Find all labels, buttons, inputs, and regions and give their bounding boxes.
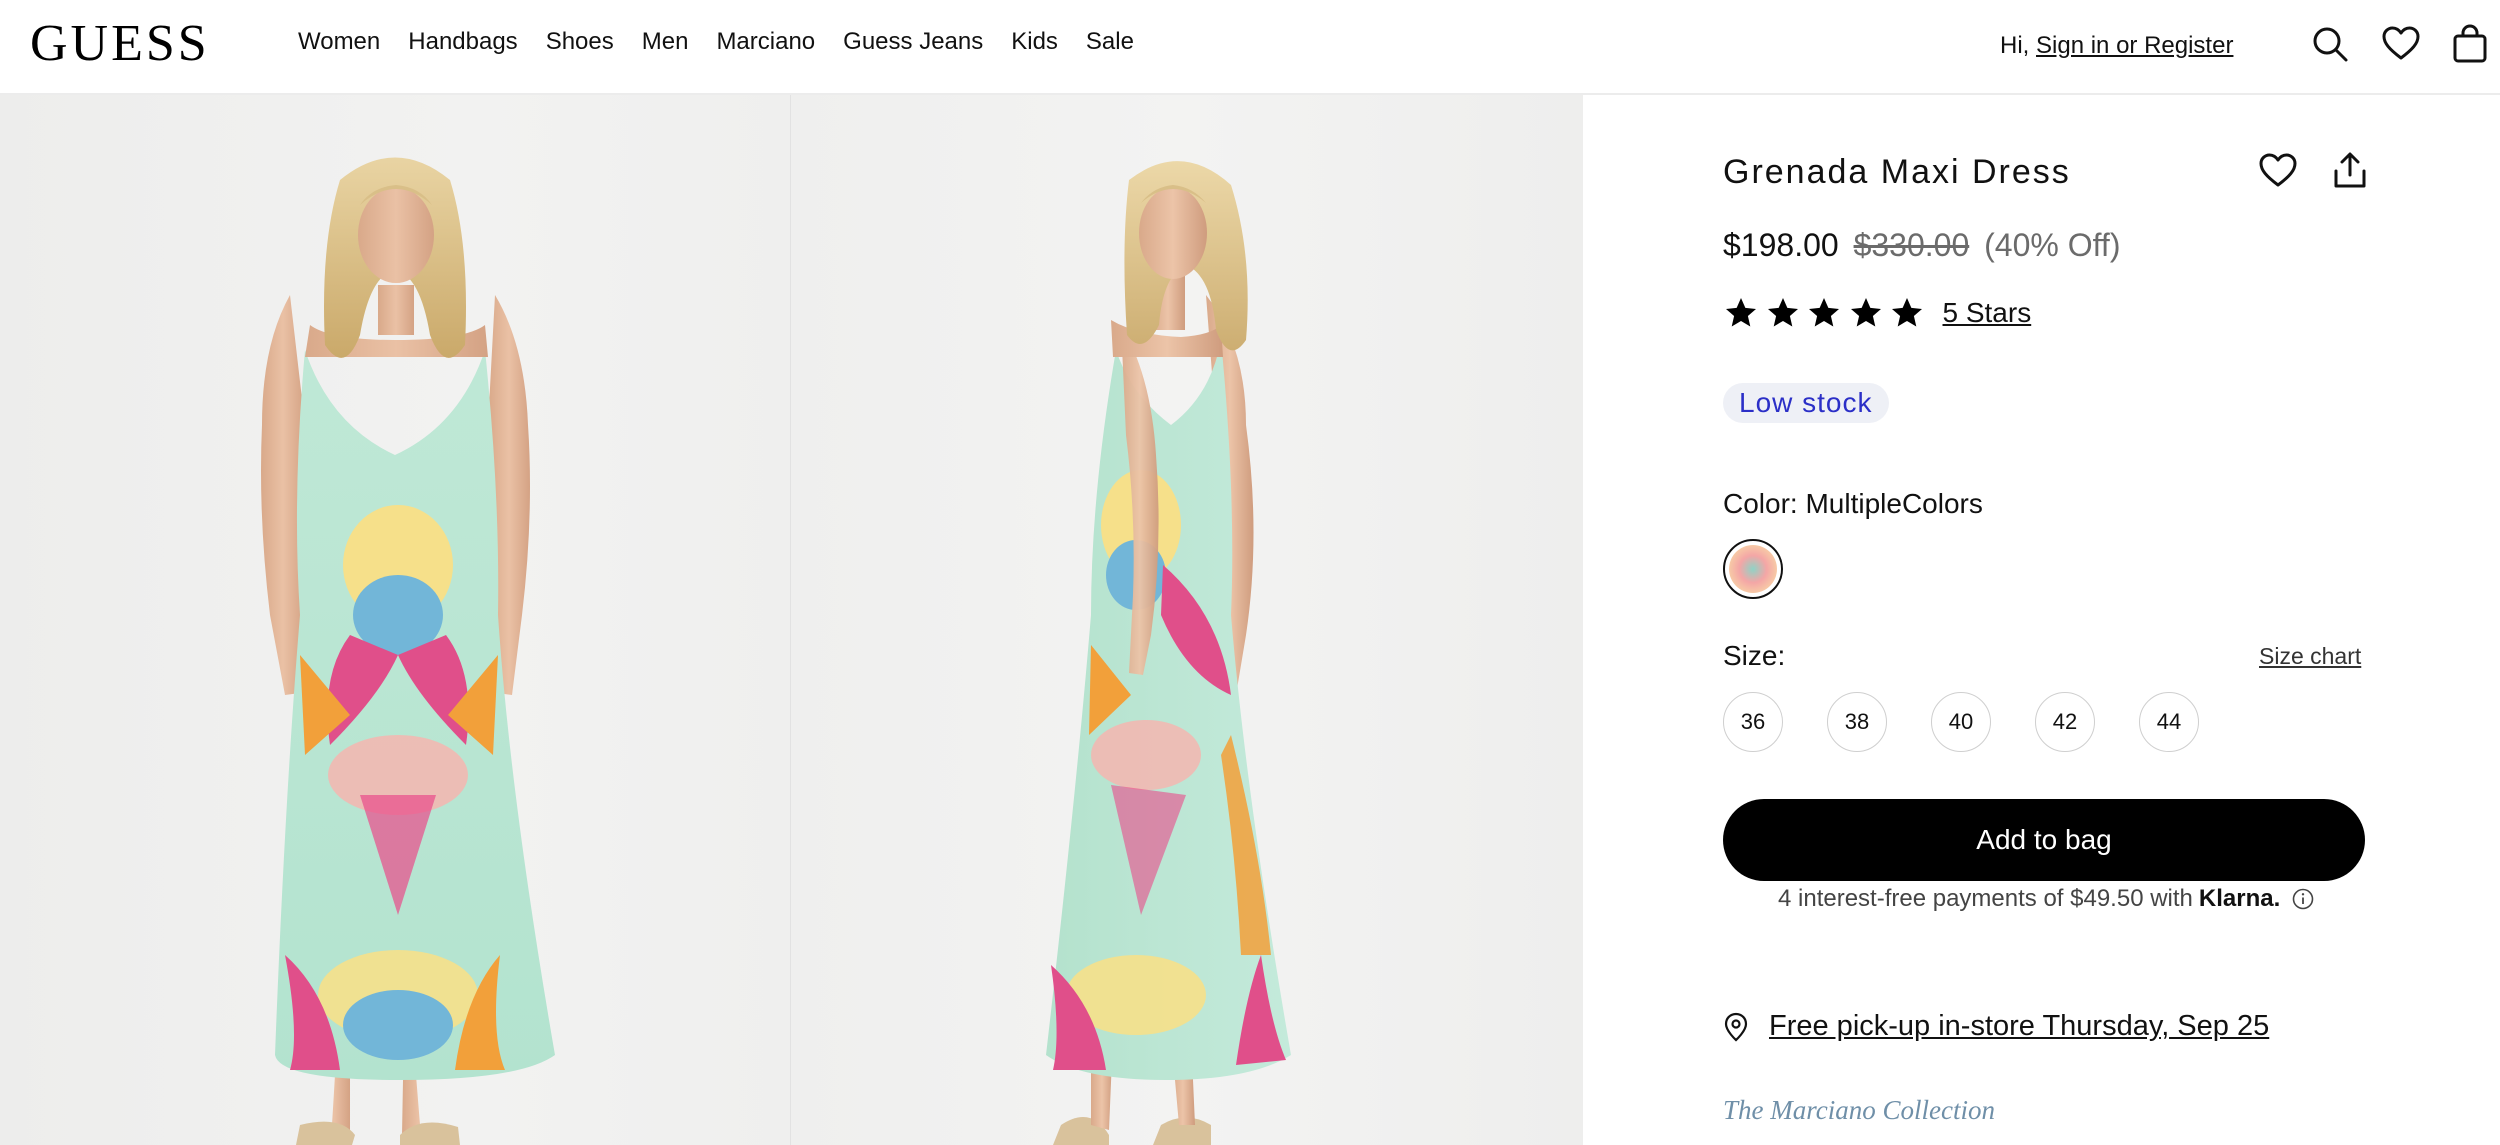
discount-percent: (40% Off) <box>1984 227 2121 263</box>
product-title: Grenada Maxi Dress <box>1723 153 2071 191</box>
size-option-40[interactable]: 40 <box>1931 692 1991 752</box>
original-price: $330.00 <box>1853 227 1970 263</box>
info-icon[interactable] <box>2292 888 2314 910</box>
wishlist-heart-icon[interactable] <box>2258 151 2298 191</box>
model-side-illustration <box>1046 161 1291 1145</box>
account-greeting: Hi, Sign in or Register <box>2000 32 2233 60</box>
star-icon <box>1809 298 1839 327</box>
heart-icon[interactable] <box>2381 24 2421 64</box>
main-nav: Women Handbags Shoes Men Marciano Guess … <box>298 28 1162 56</box>
nav-item-marciano[interactable]: Marciano <box>716 28 815 56</box>
size-chart-link[interactable]: Size chart <box>2259 643 2361 670</box>
guess-logo[interactable]: GUESS <box>30 14 210 73</box>
size-option-38[interactable]: 38 <box>1827 692 1887 752</box>
store-pickup-row: Free pick-up in-store Thursday, Sep 25 <box>1723 1010 2269 1043</box>
nav-item-men[interactable]: Men <box>642 28 689 56</box>
nav-item-sale[interactable]: Sale <box>1086 28 1134 56</box>
swatch-pattern <box>1729 545 1777 593</box>
site-header: GUESS Women Handbags Shoes Men Marciano … <box>0 0 2500 95</box>
location-pin-icon <box>1724 1012 1748 1041</box>
share-icon[interactable] <box>2330 151 2370 191</box>
product-image-front[interactable] <box>0 95 790 1145</box>
star-icon <box>1767 298 1798 327</box>
color-label: Color: MultipleColors <box>1723 488 1983 519</box>
sign-in-link[interactable]: Sign in or Register <box>2036 32 2233 59</box>
size-option-44[interactable]: 44 <box>2139 692 2199 752</box>
color-swatch-multiplecolors[interactable] <box>1723 539 1783 599</box>
shopping-bag-icon[interactable] <box>2450 24 2490 64</box>
marciano-collection-label[interactable]: The Marciano Collection <box>1723 1095 1995 1126</box>
rating-row: 5 Stars <box>1723 295 2031 331</box>
klarna-logo: Klarna. <box>2198 885 2281 912</box>
product-image-side[interactable] <box>790 95 1583 1145</box>
nav-item-shoes[interactable]: Shoes <box>546 28 614 56</box>
nav-item-kids[interactable]: Kids <box>1011 28 1058 56</box>
nav-item-guess-jeans[interactable]: Guess Jeans <box>843 28 983 56</box>
nav-item-handbags[interactable]: Handbags <box>408 28 517 56</box>
klarna-installments: 4 interest-free payments of $49.50 with … <box>1778 885 2314 913</box>
nav-item-women[interactable]: Women <box>298 28 380 56</box>
model-front-illustration <box>261 157 555 1145</box>
product-details-panel: Grenada Maxi Dress $198.00 $330.00 (40% … <box>1583 95 2500 1145</box>
size-option-42[interactable]: 42 <box>2035 692 2095 752</box>
size-option-36[interactable]: 36 <box>1723 692 1783 752</box>
search-icon[interactable] <box>2310 24 2350 64</box>
star-icon <box>1726 298 1756 327</box>
star-icon <box>1892 298 1922 327</box>
reviews-link[interactable]: 5 Stars <box>1943 297 2032 329</box>
store-pickup-link[interactable]: Free pick-up in-store Thursday, Sep 25 <box>1769 1010 2269 1043</box>
add-to-bag-button[interactable]: Add to bag <box>1723 799 2365 881</box>
klarna-text: 4 interest-free payments of $49.50 with <box>1778 885 2193 912</box>
stock-badge: Low stock <box>1723 383 1889 423</box>
size-label: Size: <box>1723 640 1786 671</box>
star-icon <box>1850 298 1881 327</box>
price-row: $198.00 $330.00 (40% Off) <box>1723 227 2120 264</box>
greeting-prefix: Hi, <box>2000 32 2030 59</box>
sale-price: $198.00 <box>1723 227 1839 263</box>
